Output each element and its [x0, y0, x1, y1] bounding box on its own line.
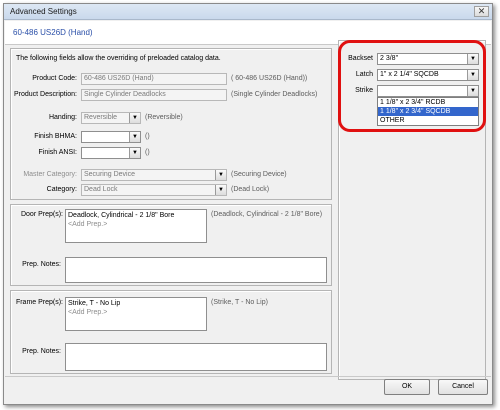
- chevron-down-icon[interactable]: ▼: [215, 170, 226, 180]
- handing-select[interactable]: Reversible ▼: [81, 112, 141, 124]
- master-category-label: Master Category:: [23, 171, 77, 178]
- door-prep-label: Door Prep(s):: [20, 211, 63, 218]
- divider: [5, 376, 491, 377]
- finish-bhma-label: Finish BHMA:: [34, 133, 77, 140]
- category-value: Dead Lock: [84, 186, 118, 193]
- advanced-settings-dialog: Advanced Settings ✕ 60-486 US26D (Hand) …: [3, 3, 493, 405]
- master-category-hint: (Securing Device): [231, 171, 287, 178]
- category-label: Category:: [46, 186, 77, 193]
- door-notes-field[interactable]: [65, 257, 327, 283]
- list-item[interactable]: Deadlock, Cylindrical - 2 1/8" Bore: [68, 211, 204, 220]
- product-code-label: Product Code:: [32, 75, 77, 82]
- frame-notes-label: Prep. Notes:: [22, 348, 61, 355]
- master-category-value: Securing Device: [84, 171, 135, 178]
- frame-prep-list[interactable]: Strike, T - No Lip <Add Prep.>: [65, 297, 207, 331]
- finish-bhma-hint: (): [145, 133, 150, 140]
- add-prep-item[interactable]: <Add Prep.>: [68, 220, 204, 229]
- product-code-hint: ( 60-486 US26D (Hand)): [231, 75, 308, 82]
- finish-ansi-hint: (): [145, 149, 150, 156]
- chevron-down-icon[interactable]: ▼: [129, 148, 140, 158]
- title-bar: Advanced Settings ✕: [4, 4, 492, 20]
- door-prep-panel: Door Prep(s): Deadlock, Cylindrical - 2 …: [10, 204, 332, 286]
- list-item[interactable]: Strike, T - No Lip: [68, 299, 204, 308]
- door-notes-label: Prep. Notes:: [22, 261, 61, 268]
- category-select[interactable]: Dead Lock ▼: [81, 184, 227, 196]
- catalog-fields-panel: The following fields allow the overridin…: [10, 48, 332, 200]
- close-button[interactable]: ✕: [474, 6, 489, 17]
- chevron-down-icon[interactable]: ▼: [129, 132, 140, 142]
- chevron-down-icon[interactable]: ▼: [129, 113, 140, 123]
- highlight-annotation: [338, 40, 486, 132]
- handing-label: Handing:: [48, 114, 77, 121]
- finish-ansi-select[interactable]: ▼: [81, 147, 141, 159]
- frame-prep-hint: (Strike, T - No Lip): [211, 299, 268, 306]
- product-code-field[interactable]: 60-486 US26D (Hand): [81, 73, 227, 85]
- intro-text: The following fields allow the overridin…: [16, 55, 221, 62]
- chevron-down-icon[interactable]: ▼: [215, 185, 226, 195]
- category-hint: (Dead Lock): [231, 186, 270, 193]
- window-title: Advanced Settings: [10, 7, 77, 16]
- finish-ansi-label: Finish ANSI:: [38, 149, 77, 156]
- frame-notes-field[interactable]: [65, 343, 327, 371]
- frame-prep-panel: Frame Prep(s): Strike, T - No Lip <Add P…: [10, 290, 332, 374]
- product-description-field[interactable]: Single Cylinder Deadlocks: [81, 89, 227, 101]
- ok-button[interactable]: OK: [384, 379, 430, 395]
- door-prep-hint: (Deadlock, Cylindrical - 2 1/8" Bore): [211, 211, 323, 218]
- product-description-label: Product Description:: [13, 91, 77, 98]
- cancel-button[interactable]: Cancel: [438, 379, 488, 395]
- product-description-hint: (Single Cylinder Deadlocks): [231, 91, 318, 98]
- door-prep-list[interactable]: Deadlock, Cylindrical - 2 1/8" Bore <Add…: [65, 209, 207, 243]
- product-header: 60-486 US26D (Hand): [13, 28, 93, 37]
- handing-hint: (Reversible): [145, 114, 183, 121]
- frame-prep-label: Frame Prep(s):: [15, 299, 63, 306]
- master-category-select[interactable]: Securing Device ▼: [81, 169, 227, 181]
- handing-value: Reversible: [84, 114, 118, 121]
- finish-bhma-select[interactable]: ▼: [81, 131, 141, 143]
- add-prep-item[interactable]: <Add Prep.>: [68, 308, 204, 317]
